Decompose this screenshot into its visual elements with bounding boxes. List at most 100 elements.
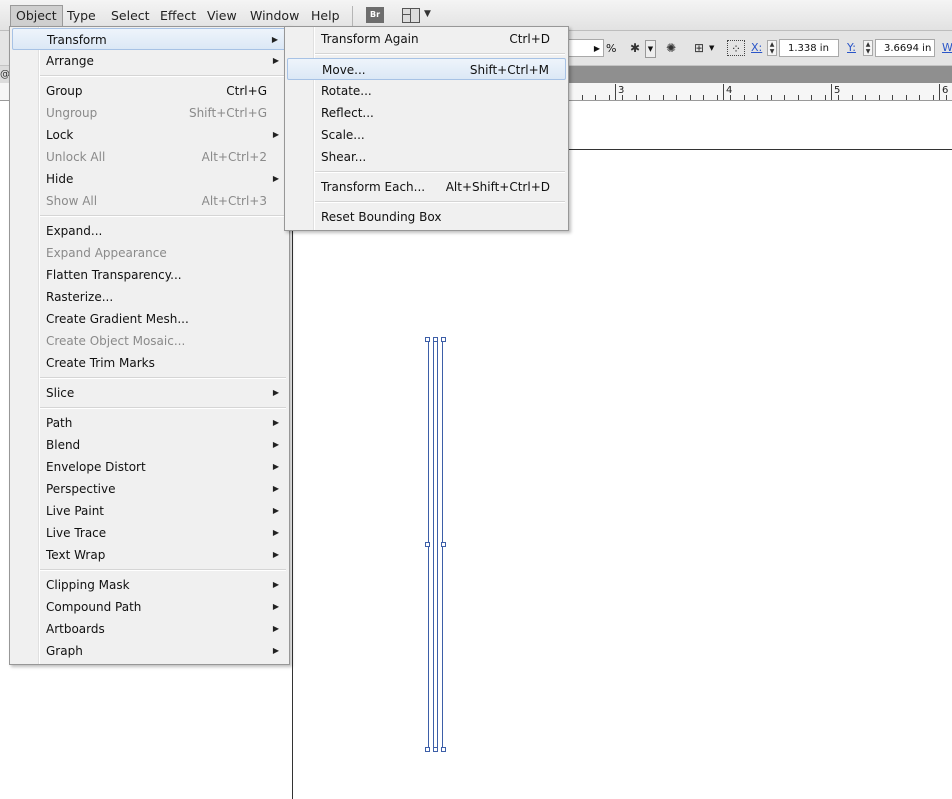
menu-item-label: Reset Bounding Box (321, 210, 442, 224)
menu-item-ungroup: Ungroup Shift+Ctrl+G (12, 102, 287, 124)
menu-item-label: Create Trim Marks (46, 356, 155, 370)
chevron-down-icon[interactable]: ▼ (645, 40, 656, 58)
menu-object[interactable]: Object (10, 5, 63, 27)
menu-help[interactable]: Help (306, 6, 345, 26)
menu-item-label: Perspective (46, 482, 116, 496)
align-icon[interactable]: ⊞ (690, 40, 708, 56)
menu-item-expand[interactable]: Expand... (12, 220, 287, 242)
menu-item-label: Ungroup (46, 106, 98, 120)
menu-item-group[interactable]: Group Ctrl+G (12, 80, 287, 102)
menu-item-compound-path[interactable]: Compound Path ▶ (12, 596, 287, 618)
menu-item-flatten-transparency[interactable]: Flatten Transparency... (12, 264, 287, 286)
menu-item-label: Transform Each... (321, 180, 426, 194)
menu-item-artboards[interactable]: Artboards ▶ (12, 618, 287, 640)
menu-window[interactable]: Window (245, 6, 304, 26)
chevron-down-icon[interactable]: ▼ (424, 9, 431, 19)
ruler-tick (595, 95, 596, 100)
menu-item-create-gradient-mesh[interactable]: Create Gradient Mesh... (12, 308, 287, 330)
menu-item-live-paint[interactable]: Live Paint ▶ (12, 500, 287, 522)
x-label[interactable]: X: (751, 41, 762, 54)
menu-item-hide[interactable]: Hide ▶ (12, 168, 287, 190)
menu-select[interactable]: Select (106, 6, 155, 26)
menu-item-blend[interactable]: Blend ▶ (12, 434, 287, 456)
ruler-tick (919, 95, 920, 100)
menu-item-transform[interactable]: Transform ▶ (12, 28, 287, 50)
menu-item-slice[interactable]: Slice ▶ (12, 382, 287, 404)
menu-item-arrange[interactable]: Arrange ▶ (12, 50, 287, 72)
menu-separator (315, 171, 565, 173)
ruler-tick (865, 95, 866, 100)
opacity-field[interactable]: ▶ (566, 39, 604, 57)
menu-item-label: Show All (46, 194, 98, 208)
menu-item-envelope-distort[interactable]: Envelope Distort ▶ (12, 456, 287, 478)
ruler-label: 6 (942, 85, 949, 96)
menu-item-label: Blend (46, 438, 81, 452)
recolor-icon[interactable]: ✺ (662, 40, 680, 56)
menu-item-label: Group (46, 84, 83, 98)
menu-item-text-wrap[interactable]: Text Wrap ▶ (12, 544, 287, 566)
y-stepper[interactable]: ▲ ▼ (863, 40, 873, 56)
menu-item-transform-again[interactable]: Transform Again Ctrl+D (287, 28, 566, 50)
selection-handle[interactable] (425, 337, 430, 342)
ruler-tick (703, 95, 704, 100)
menu-item-rotate[interactable]: Rotate... (287, 80, 566, 102)
menu-separator (315, 201, 565, 203)
menu-item-reset-bounding-box[interactable]: Reset Bounding Box (287, 206, 566, 228)
menu-item-label: Lock (46, 128, 74, 142)
transform-reference-icon[interactable]: ⁘ (727, 40, 745, 56)
selection-handle[interactable] (441, 337, 446, 342)
submenu-arrow-icon: ▶ (272, 550, 279, 559)
transform-submenu: Transform Again Ctrl+D Move... Shift+Ctrl+M… (284, 26, 569, 231)
ruler-tick (771, 95, 772, 100)
menu-item-rasterize[interactable]: Rasterize... (12, 286, 287, 308)
selection-handle[interactable] (441, 747, 446, 752)
submenu-arrow-icon: ▶ (272, 580, 279, 589)
ruler-tick (784, 95, 785, 100)
menu-effect[interactable]: Effect (155, 6, 201, 26)
menu-item-label: Rasterize... (46, 290, 114, 304)
ruler-tick (636, 95, 637, 100)
menu-item-graph[interactable]: Graph ▶ (12, 640, 287, 662)
ruler-tick (717, 95, 718, 100)
ruler-major-tick (831, 84, 832, 100)
menu-item-scale[interactable]: Scale... (287, 124, 566, 146)
menu-item-lock[interactable]: Lock ▶ (12, 124, 287, 146)
ruler-tick (906, 95, 907, 100)
ruler-tick (892, 95, 893, 100)
menu-item-create-trim-marks[interactable]: Create Trim Marks (12, 352, 287, 374)
x-field[interactable]: 1.338 in (779, 39, 839, 57)
ruler-tick (757, 95, 758, 100)
menu-item-live-trace[interactable]: Live Trace ▶ (12, 522, 287, 544)
menu-item-reflect[interactable]: Reflect... (287, 102, 566, 124)
menu-view[interactable]: View (202, 6, 242, 26)
submenu-arrow-icon: ▶ (272, 624, 279, 633)
menu-item-move[interactable]: Move... Shift+Ctrl+M (287, 58, 566, 80)
w-label[interactable]: W (942, 41, 952, 54)
x-stepper[interactable]: ▲ ▼ (767, 40, 777, 56)
menu-item-shortcut: Ctrl+D (509, 32, 550, 46)
menu-item-transform-each[interactable]: Transform Each... Alt+Shift+Ctrl+D (287, 176, 566, 198)
menu-item-label: Create Gradient Mesh... (46, 312, 189, 326)
ruler-tick (690, 95, 691, 100)
menu-item-perspective[interactable]: Perspective ▶ (12, 478, 287, 500)
selection-handle[interactable] (425, 542, 430, 547)
ruler-major-tick (615, 84, 616, 100)
menu-item-path[interactable]: Path ▶ (12, 412, 287, 434)
selection-handle[interactable] (433, 337, 438, 342)
arrange-documents-icon[interactable] (402, 8, 420, 23)
chevron-down-icon[interactable]: ▼ (709, 44, 714, 52)
submenu-arrow-icon: ▶ (272, 418, 279, 427)
menu-item-clipping-mask[interactable]: Clipping Mask ▶ (12, 574, 287, 596)
y-label[interactable]: Y: (847, 41, 856, 54)
menubar-divider (352, 6, 353, 26)
menu-item-unlock-all: Unlock All Alt+Ctrl+2 (12, 146, 287, 168)
selection-handle[interactable] (441, 542, 446, 547)
menu-type[interactable]: Type (62, 6, 101, 26)
y-field[interactable]: 3.6694 in (875, 39, 935, 57)
menu-item-label: Text Wrap (46, 548, 106, 562)
selection-handle[interactable] (433, 747, 438, 752)
menu-item-shear[interactable]: Shear... (287, 146, 566, 168)
selection-tool-icon[interactable]: ✱ (626, 40, 644, 56)
selection-handle[interactable] (425, 747, 430, 752)
bridge-icon[interactable]: Br (366, 7, 384, 23)
